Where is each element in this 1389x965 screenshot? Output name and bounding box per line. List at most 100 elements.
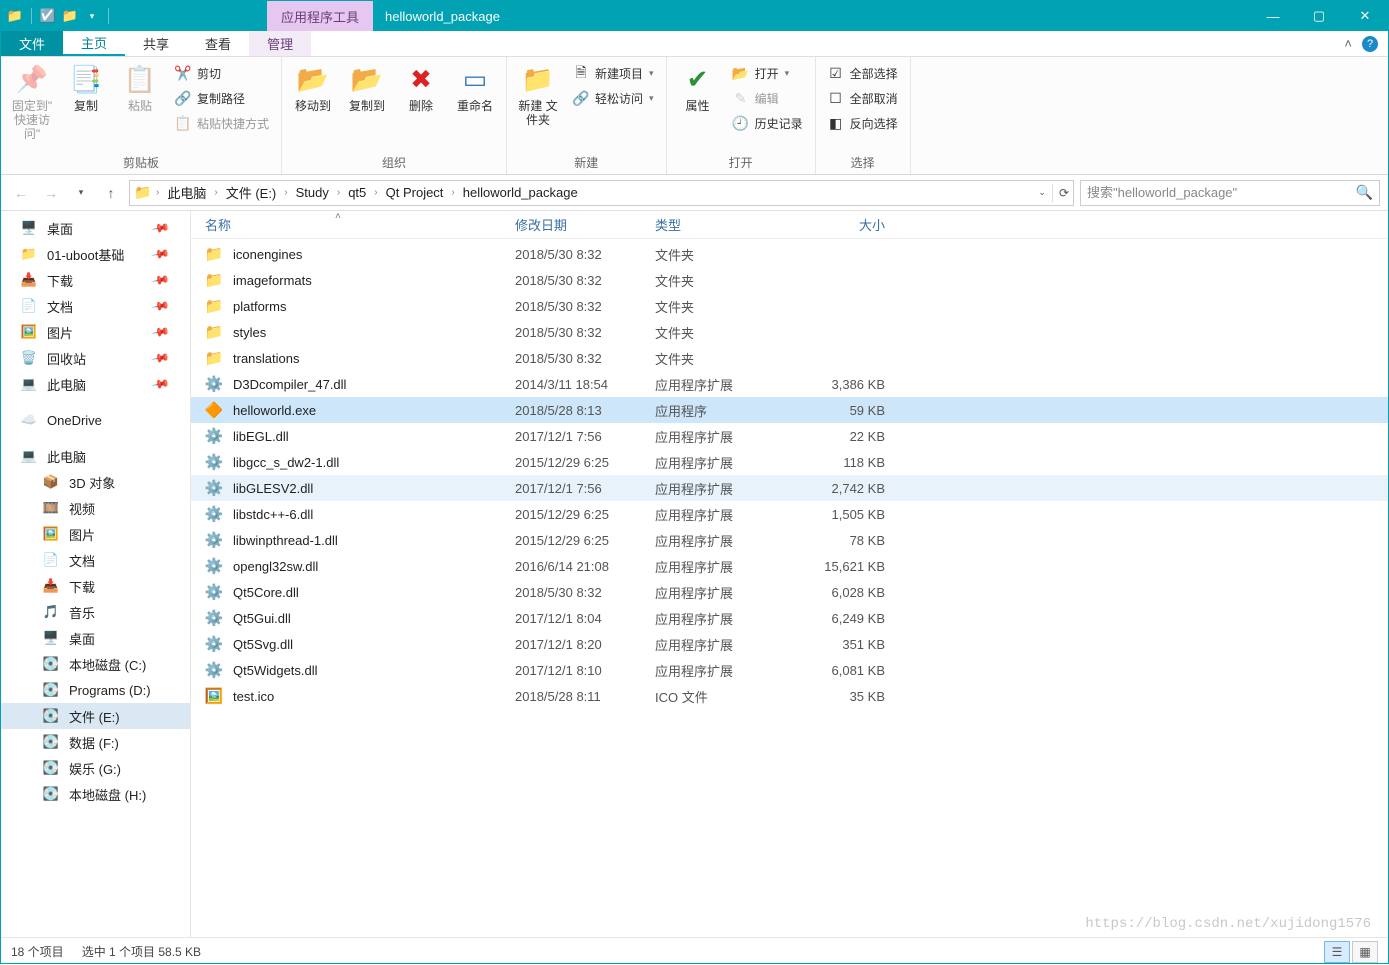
file-row[interactable]: 🖼️test.ico 2018/5/28 8:11 ICO 文件 35 KB — [191, 683, 1388, 709]
select-all-button[interactable]: ☑全部选择 — [824, 63, 902, 84]
chevron-right-icon[interactable]: › — [212, 187, 219, 198]
chevron-right-icon[interactable]: › — [449, 187, 456, 198]
column-header-name[interactable]: 名称˄ — [205, 215, 515, 234]
properties-button[interactable]: ✔属性 — [673, 61, 723, 115]
address-bar[interactable]: 📁 › 此电脑 › 文件 (E:) › Study › qt5 › Qt Pro… — [129, 180, 1074, 206]
select-none-button[interactable]: ☐全部取消 — [824, 88, 902, 109]
sidebar-item[interactable]: 🖼️图片 — [1, 521, 190, 547]
sidebar-item[interactable]: 💽本地磁盘 (H:) — [1, 781, 190, 807]
chevron-right-icon[interactable]: › — [372, 187, 379, 198]
sidebar-item[interactable]: 📁01-uboot基础📌 — [1, 241, 190, 267]
sidebar-item[interactable]: 💽本地磁盘 (C:) — [1, 651, 190, 677]
file-row[interactable]: ⚙️Qt5Core.dll 2018/5/30 8:32 应用程序扩展 6,02… — [191, 579, 1388, 605]
sidebar-item[interactable]: 📄文档📌 — [1, 293, 190, 319]
address-dropdown-icon[interactable]: ⌄ — [1038, 187, 1046, 198]
sidebar-item[interactable]: 💻此电脑📌 — [1, 371, 190, 397]
breadcrumb-drive[interactable]: 文件 (E:) — [222, 183, 281, 202]
sidebar-item[interactable]: 📦3D 对象 — [1, 469, 190, 495]
breadcrumb-study[interactable]: Study — [292, 185, 333, 200]
file-row[interactable]: ⚙️opengl32sw.dll 2016/6/14 21:08 应用程序扩展 … — [191, 553, 1388, 579]
minimize-button[interactable]: — — [1250, 1, 1296, 31]
search-input[interactable] — [1087, 185, 1352, 200]
copy-to-button[interactable]: 📂复制到 — [342, 61, 392, 115]
back-button[interactable]: ← — [9, 181, 33, 205]
sidebar-item[interactable]: 🖼️图片📌 — [1, 319, 190, 345]
sidebar-item[interactable]: 📥下载 — [1, 573, 190, 599]
icons-view-button[interactable]: ▦ — [1352, 941, 1378, 963]
file-row[interactable]: 📁iconengines 2018/5/30 8:32 文件夹 — [191, 241, 1388, 267]
file-row[interactable]: 📁styles 2018/5/30 8:32 文件夹 — [191, 319, 1388, 345]
breadcrumb-qt5[interactable]: qt5 — [344, 185, 370, 200]
chevron-right-icon[interactable]: › — [282, 187, 289, 198]
sidebar-onedrive[interactable]: ☁️ OneDrive — [1, 407, 190, 433]
paste-shortcut-button[interactable]: 📋粘贴快捷方式 — [171, 113, 273, 134]
cut-button[interactable]: ✂️剪切 — [171, 63, 273, 84]
file-row[interactable]: 🔶helloworld.exe 2018/5/28 8:13 应用程序 59 K… — [191, 397, 1388, 423]
breadcrumb-this-pc[interactable]: 此电脑 — [163, 183, 210, 202]
column-header-type[interactable]: 类型 — [655, 215, 795, 234]
help-icon[interactable]: ? — [1362, 36, 1378, 52]
sidebar-item[interactable]: 💽娱乐 (G:) — [1, 755, 190, 781]
sidebar-item[interactable]: 📥下载📌 — [1, 267, 190, 293]
file-row[interactable]: ⚙️Qt5Svg.dll 2017/12/1 8:20 应用程序扩展 351 K… — [191, 631, 1388, 657]
details-view-button[interactable]: ☰ — [1324, 941, 1350, 963]
tab-view[interactable]: 查看 — [187, 31, 249, 56]
column-header-date[interactable]: 修改日期 — [515, 215, 655, 234]
breadcrumb-qtproject[interactable]: Qt Project — [382, 185, 448, 200]
qat-checkbox-icon[interactable]: ☑️ — [40, 8, 56, 24]
sidebar-item[interactable]: 💽文件 (E:) — [1, 703, 190, 729]
edit-button[interactable]: ✎编辑 — [729, 88, 807, 109]
file-row[interactable]: 📁imageformats 2018/5/30 8:32 文件夹 — [191, 267, 1388, 293]
file-row[interactable]: ⚙️libstdc++-6.dll 2015/12/29 6:25 应用程序扩展… — [191, 501, 1388, 527]
breadcrumb-current[interactable]: helloworld_package — [459, 185, 582, 200]
new-folder-button[interactable]: 📁新建 文件夹 — [513, 61, 563, 129]
copy-path-button[interactable]: 🔗复制路径 — [171, 88, 273, 109]
qat-folder-icon[interactable]: 📁 — [62, 8, 78, 24]
file-row[interactable]: ⚙️Qt5Gui.dll 2017/12/1 8:04 应用程序扩展 6,249… — [191, 605, 1388, 631]
sidebar-item[interactable]: 🎞️视频 — [1, 495, 190, 521]
maximize-button[interactable]: ▢ — [1296, 1, 1342, 31]
copy-button[interactable]: 📑 复制 — [61, 61, 111, 115]
chevron-right-icon[interactable]: › — [154, 187, 161, 198]
sidebar-item[interactable]: 🗑️回收站📌 — [1, 345, 190, 371]
tab-manage[interactable]: 管理 — [249, 31, 311, 56]
easy-access-button[interactable]: 🔗轻松访问 ▾ — [569, 88, 658, 109]
sidebar-item[interactable]: 🖥️桌面 — [1, 625, 190, 651]
paste-button[interactable]: 📋 粘贴 — [115, 61, 165, 115]
sidebar-item[interactable]: 🖥️桌面📌 — [1, 215, 190, 241]
file-row[interactable]: ⚙️libgcc_s_dw2-1.dll 2015/12/29 6:25 应用程… — [191, 449, 1388, 475]
file-row[interactable]: ⚙️libEGL.dll 2017/12/1 7:56 应用程序扩展 22 KB — [191, 423, 1388, 449]
file-list[interactable]: 📁iconengines 2018/5/30 8:32 文件夹 📁imagefo… — [191, 239, 1388, 937]
chevron-right-icon[interactable]: › — [335, 187, 342, 198]
file-row[interactable]: ⚙️D3Dcompiler_47.dll 2014/3/11 18:54 应用程… — [191, 371, 1388, 397]
refresh-button[interactable]: ⟳ — [1059, 186, 1069, 200]
file-row[interactable]: ⚙️libwinpthread-1.dll 2015/12/29 6:25 应用… — [191, 527, 1388, 553]
qat-dropdown-icon[interactable]: ▾ — [84, 8, 100, 24]
rename-button[interactable]: ▭重命名 — [450, 61, 500, 115]
tab-share[interactable]: 共享 — [125, 31, 187, 56]
sidebar-item[interactable]: 💽数据 (F:) — [1, 729, 190, 755]
invert-selection-button[interactable]: ◧反向选择 — [824, 113, 902, 134]
close-button[interactable]: ✕ — [1342, 1, 1388, 31]
search-icon[interactable]: 🔍 — [1352, 184, 1373, 201]
tab-file[interactable]: 文件 — [1, 31, 63, 56]
file-row[interactable]: ⚙️Qt5Widgets.dll 2017/12/1 8:10 应用程序扩展 6… — [191, 657, 1388, 683]
delete-button[interactable]: ✖删除 — [396, 61, 446, 115]
sidebar-item[interactable]: 📄文档 — [1, 547, 190, 573]
open-button[interactable]: 📂打开 ▾ — [729, 63, 807, 84]
pin-to-quick-access-button[interactable]: 📌 固定到" 快速访问" — [7, 61, 57, 143]
sidebar-item[interactable]: 💽Programs (D:) — [1, 677, 190, 703]
history-button[interactable]: 🕘历史记录 — [729, 113, 807, 134]
new-item-button[interactable]: 🗎新建项目 ▾ — [569, 63, 658, 84]
up-button[interactable]: ↑ — [99, 181, 123, 205]
move-to-button[interactable]: 📂移动到 — [288, 61, 338, 115]
ribbon-collapse-icon[interactable]: ˄ — [1344, 36, 1352, 51]
contextual-tab-app-tools[interactable]: 应用程序工具 — [267, 1, 373, 31]
search-box[interactable]: 🔍 — [1080, 180, 1380, 206]
tab-home[interactable]: 主页 — [63, 31, 125, 56]
sidebar-this-pc[interactable]: 💻 此电脑 — [1, 443, 190, 469]
recent-locations-button[interactable]: ▾ — [69, 181, 93, 205]
file-row[interactable]: 📁platforms 2018/5/30 8:32 文件夹 — [191, 293, 1388, 319]
file-row[interactable]: 📁translations 2018/5/30 8:32 文件夹 — [191, 345, 1388, 371]
column-header-size[interactable]: 大小 — [795, 215, 895, 234]
